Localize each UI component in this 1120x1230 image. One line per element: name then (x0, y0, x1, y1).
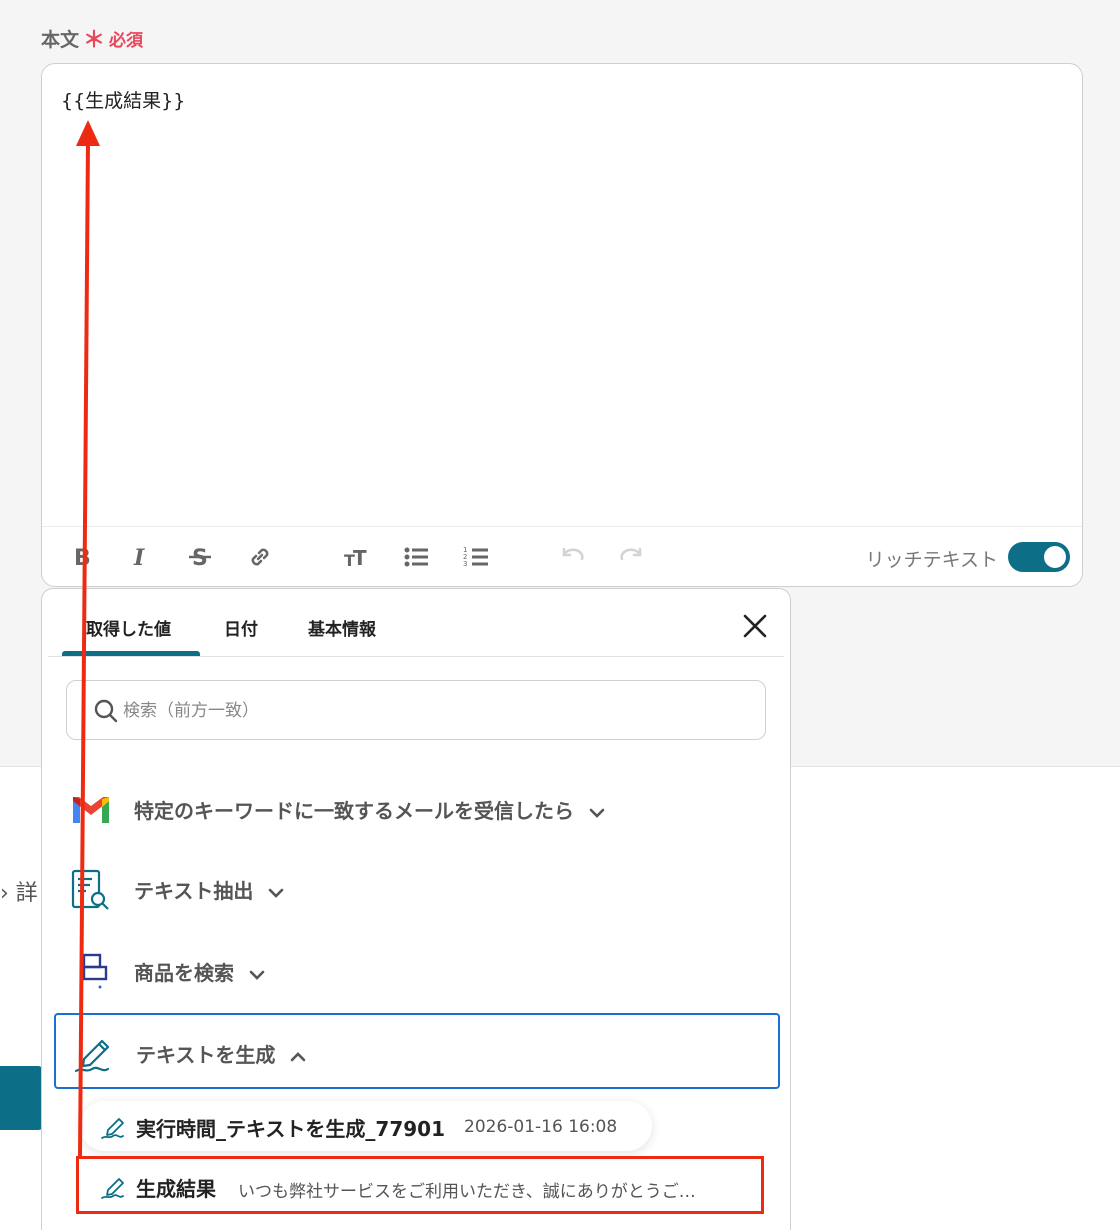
field-label-text: 本文 (41, 28, 80, 51)
tab-fetched-values[interactable]: 取得した値 (86, 615, 171, 640)
required-badge: 必須 (109, 30, 144, 51)
tab-date[interactable]: 日付 (224, 615, 258, 640)
value-item-name: 生成結果 (136, 1177, 216, 1201)
svg-text:3: 3 (463, 560, 467, 568)
field-label: 本文 ＊ 必須 (41, 22, 143, 54)
undo-icon (562, 547, 584, 561)
group-text-extraction[interactable]: テキスト抽出 (54, 851, 780, 927)
redo-button[interactable] (616, 541, 648, 573)
link-button[interactable] (244, 541, 276, 573)
svg-text:S: S (192, 546, 208, 571)
numbered-list-button[interactable]: 123 (460, 541, 492, 573)
body-editor[interactable]: {{生成結果}} B I S TT 123 リッチテキスト (41, 63, 1083, 587)
group-gmail-trigger[interactable]: 特定のキーワードに一致するメールを受信したら (54, 771, 780, 847)
detail-link[interactable]: › 詳 (0, 875, 38, 907)
gmail-icon (73, 797, 109, 823)
value-item[interactable]: 実行時間_テキストを生成_77901 2026-01-16 16:08 (80, 1101, 652, 1151)
bullet-list-button[interactable] (400, 541, 432, 573)
pen-icon (74, 1039, 110, 1073)
link-icon (251, 548, 269, 566)
pen-icon (101, 1178, 124, 1199)
active-tab-indicator (62, 651, 200, 656)
value-picker-popup: 取得した値 日付 基本情報 特定のキーワードに一致するメールを受信したら テキス… (41, 588, 791, 1230)
rich-text-label: リッチテキスト (865, 549, 998, 571)
side-action-button[interactable] (0, 1066, 44, 1130)
tab-basic-info[interactable]: 基本情報 (308, 615, 376, 640)
strikethrough-icon: S (189, 546, 211, 571)
database-icon (82, 953, 108, 989)
group-text-generation[interactable]: テキストを生成 (54, 1013, 780, 1089)
search-icon (94, 699, 118, 723)
redo-icon (620, 547, 642, 561)
undo-button[interactable] (556, 541, 588, 573)
value-item-preview: 2026-01-16 16:08 (464, 1117, 618, 1137)
italic-icon: I (133, 545, 145, 571)
close-icon[interactable] (742, 613, 768, 639)
document-search-icon (71, 869, 109, 910)
group-title: テキスト抽出 (134, 875, 285, 904)
group-title: 商品を検索 (134, 957, 266, 986)
search-box (66, 680, 766, 740)
value-item-generated-result[interactable]: 生成結果 いつも弊社サービスをご利用いただき、誠にありがとうご… (80, 1161, 760, 1211)
text-size-icon: TT (344, 546, 367, 570)
italic-button[interactable]: I (124, 541, 156, 573)
bullet-list-icon (404, 547, 428, 567)
chevron-down-icon (249, 970, 265, 980)
value-item-name: 実行時間_テキストを生成_77901 (136, 1117, 445, 1141)
chevron-up-icon (291, 1051, 306, 1061)
rich-text-toggle[interactable] (1008, 542, 1070, 572)
bold-button[interactable]: B (66, 541, 98, 573)
value-item-preview: いつも弊社サービスをご利用いただき、誠にありがとうご… (238, 1182, 696, 1202)
group-title: 特定のキーワードに一致するメールを受信したら (134, 795, 606, 824)
required-star: ＊ (83, 28, 106, 53)
group-product-search[interactable]: 商品を検索 (54, 933, 780, 1009)
svg-text:B: B (74, 546, 91, 571)
toggle-knob (1044, 546, 1066, 568)
pen-icon (101, 1118, 124, 1139)
editor-content[interactable]: {{生成結果}} (61, 86, 185, 113)
editor-toolbar: B I S TT 123 リッチテキスト (42, 526, 1082, 586)
svg-text:I: I (133, 545, 145, 571)
chevron-down-icon (589, 808, 605, 818)
chevron-down-icon (269, 888, 284, 898)
bold-icon: B (74, 546, 91, 571)
svg-text:T: T (353, 546, 367, 570)
search-input[interactable] (123, 695, 723, 727)
popup-tabs: 取得した値 日付 基本情報 (48, 589, 784, 657)
strikethrough-button[interactable]: S (184, 541, 216, 573)
group-title: テキストを生成 (136, 1039, 307, 1068)
text-size-button[interactable]: TT (340, 541, 372, 573)
numbered-list-icon: 123 (463, 546, 488, 568)
